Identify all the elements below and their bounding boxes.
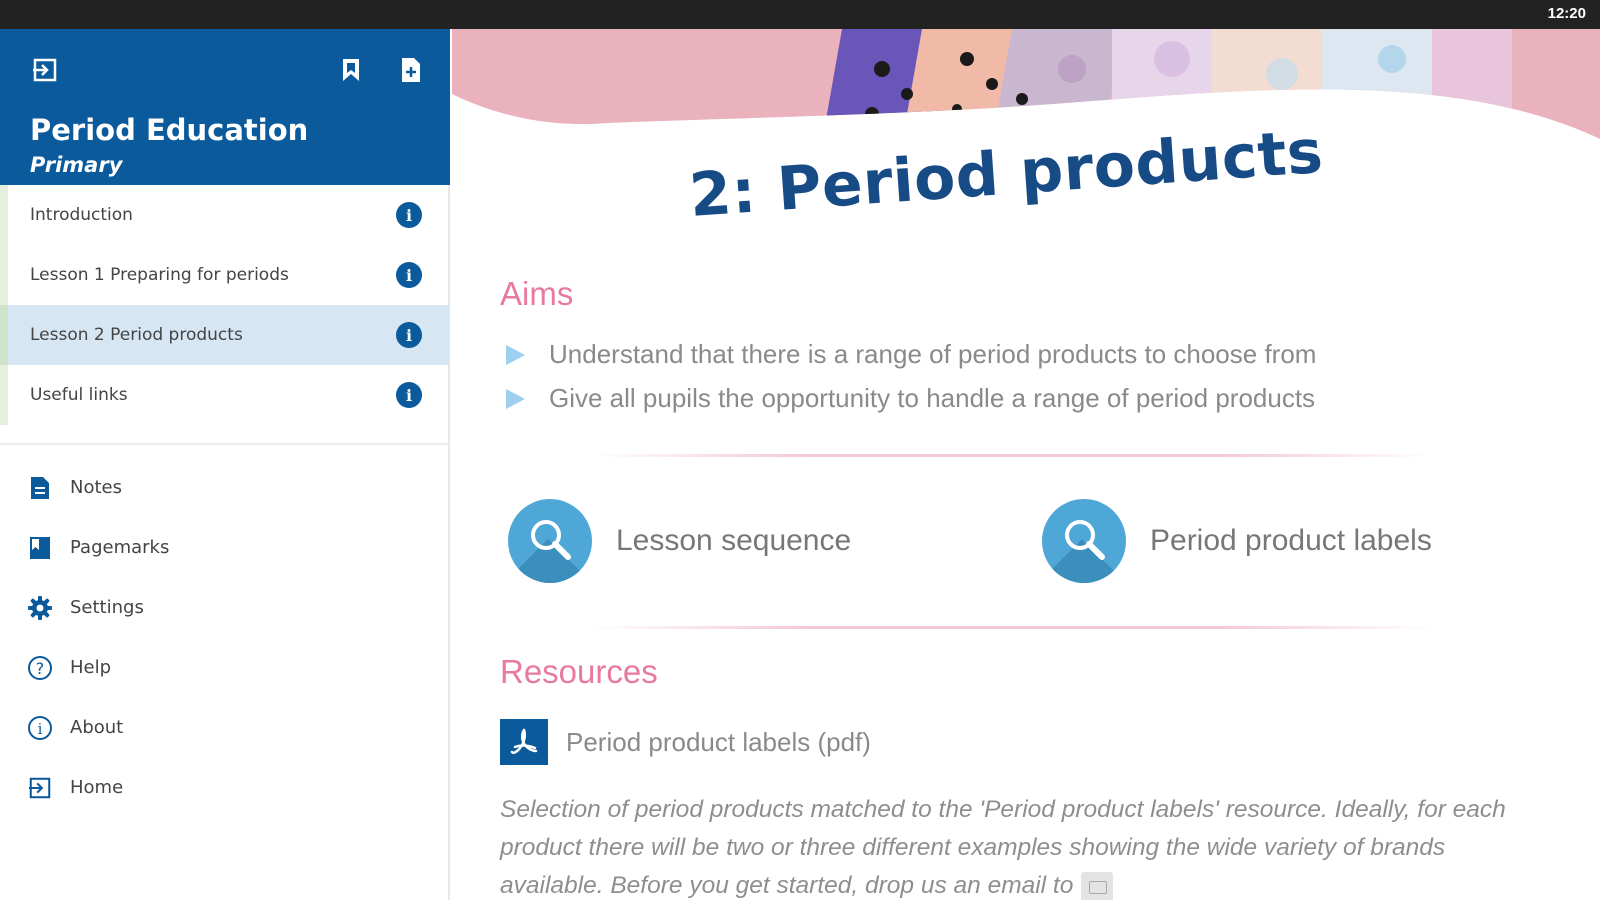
- bullet-icon: [506, 388, 525, 409]
- sidebar-header: Period Education Primary: [0, 29, 450, 185]
- sidebar: Period Education Primary Introduction i …: [0, 29, 450, 900]
- menu-item-settings[interactable]: Settings: [0, 577, 450, 637]
- menu-item-home[interactable]: Home: [0, 757, 450, 817]
- lesson-label: Lesson 1 Preparing for periods: [30, 265, 289, 285]
- menu-item-about[interactable]: i About: [0, 697, 450, 757]
- app-title: Period Education: [30, 113, 309, 147]
- exit-icon: [33, 58, 57, 82]
- main-content: 2: Period products Aims Understand that …: [452, 29, 1600, 900]
- exit-button[interactable]: [30, 55, 60, 85]
- svg-text:i: i: [38, 720, 43, 738]
- aims-heading: Aims: [500, 275, 574, 312]
- magnifier-icon: [508, 499, 592, 583]
- home-icon: [26, 774, 54, 802]
- add-note-icon: [402, 58, 420, 82]
- notes-icon: [26, 474, 54, 502]
- lesson-label: Lesson 2 Period products: [30, 325, 243, 345]
- add-note-button[interactable]: [396, 55, 426, 85]
- pdf-icon: [500, 719, 548, 765]
- resources-heading: Resources: [500, 653, 658, 690]
- aim-item: Give all pupils the opportunity to handl…: [506, 383, 1315, 414]
- info-icon[interactable]: i: [396, 382, 422, 408]
- lesson-list: Introduction i Lesson 1 Preparing for pe…: [0, 185, 450, 425]
- lesson-label: Useful links: [30, 385, 128, 405]
- sidebar-menu: Notes Pagemarks Settings ? Help i About …: [0, 457, 450, 817]
- gear-icon: [26, 594, 54, 622]
- status-bar: 12:20: [0, 0, 1600, 29]
- section-divider: [592, 454, 1432, 457]
- menu-label: Notes: [70, 476, 122, 498]
- menu-item-help[interactable]: ? Help: [0, 637, 450, 697]
- menu-label: Settings: [70, 596, 144, 618]
- clock: 12:20: [1547, 5, 1586, 22]
- bullet-icon: [506, 344, 525, 365]
- pdf-resource-link[interactable]: Period product labels (pdf): [500, 719, 871, 765]
- lesson-label: Introduction: [30, 205, 133, 225]
- menu-label: Help: [70, 656, 112, 678]
- menu-label: Pagemarks: [70, 536, 170, 558]
- sidebar-divider: [0, 443, 450, 445]
- app-subtitle: Primary: [30, 153, 123, 177]
- menu-label: About: [70, 716, 124, 738]
- lesson-item-useful-links[interactable]: Useful links i: [0, 365, 450, 425]
- bookmark-button[interactable]: [336, 55, 366, 85]
- info-icon[interactable]: i: [396, 262, 422, 288]
- section-divider: [592, 626, 1432, 629]
- info-icon[interactable]: i: [396, 202, 422, 228]
- pdf-resource-label: Period product labels (pdf): [566, 726, 871, 757]
- card-label: Lesson sequence: [616, 524, 852, 557]
- menu-item-pagemarks[interactable]: Pagemarks: [0, 517, 450, 577]
- svg-text:?: ?: [36, 659, 45, 678]
- lesson-item-lesson-2[interactable]: Lesson 2 Period products i: [0, 305, 450, 365]
- lesson-item-lesson-1[interactable]: Lesson 1 Preparing for periods i: [0, 245, 450, 305]
- about-icon: i: [26, 714, 54, 742]
- menu-label: Home: [70, 776, 124, 798]
- resource-description: Selection of period products matched to …: [500, 791, 1520, 900]
- aim-text: Give all pupils the opportunity to handl…: [549, 383, 1316, 413]
- lesson-item-introduction[interactable]: Introduction i: [0, 185, 450, 245]
- email-icon[interactable]: [1081, 871, 1114, 900]
- info-icon[interactable]: i: [396, 322, 422, 348]
- help-icon: ?: [26, 654, 54, 682]
- pagemarks-icon: [26, 534, 54, 562]
- resource-description-text: Selection of period products matched to …: [500, 796, 1506, 899]
- lesson-sequence-card[interactable]: Lesson sequence: [508, 499, 851, 583]
- card-label: Period product labels: [1150, 524, 1432, 557]
- aim-text: Understand that there is a range of peri…: [549, 339, 1317, 369]
- period-product-labels-card[interactable]: Period product labels: [1042, 499, 1432, 583]
- menu-item-notes[interactable]: Notes: [0, 457, 450, 517]
- magnifier-icon: [1042, 499, 1126, 583]
- aim-item: Understand that there is a range of peri…: [506, 339, 1316, 370]
- bookmark-icon: [343, 59, 359, 81]
